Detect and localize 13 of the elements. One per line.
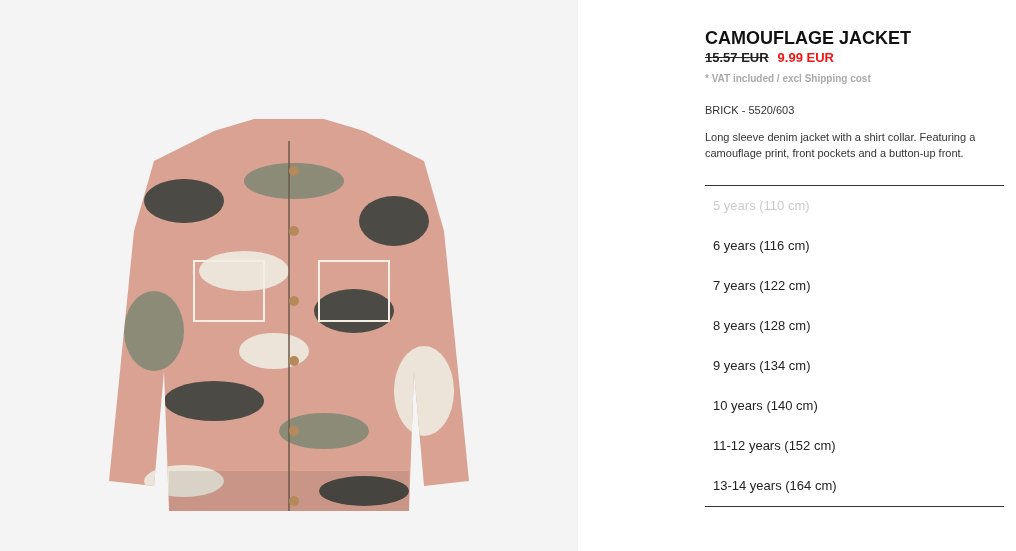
tax-note: * VAT included / excl Shipping cost <box>705 72 872 86</box>
size-option[interactable]: 9 years (134 cm) <box>705 345 1004 386</box>
product-description: Long sleeve denim jacket with a shirt collar. Featuring a camouflage print, front pockets and a button-up front. <box>705 129 977 161</box>
old-price: 15.57 EUR <box>705 49 769 67</box>
color-reference: BRICK - 5520/603 <box>705 103 796 118</box>
size-option[interactable]: 6 years (116 cm) <box>705 225 1004 266</box>
product-title: CAMOUFLAGE JACKET <box>705 27 912 49</box>
size-option[interactable]: 10 years (140 cm) <box>705 385 1004 426</box>
size-option[interactable]: 8 years (128 cm) <box>705 305 1004 346</box>
size-option[interactable]: 13-14 years (164 cm) <box>705 465 1004 506</box>
sale-price: 9.99 EUR <box>777 49 834 67</box>
size-option[interactable]: 11-12 years (152 cm) <box>705 425 1004 466</box>
size-option[interactable]: 7 years (122 cm) <box>705 265 1004 306</box>
